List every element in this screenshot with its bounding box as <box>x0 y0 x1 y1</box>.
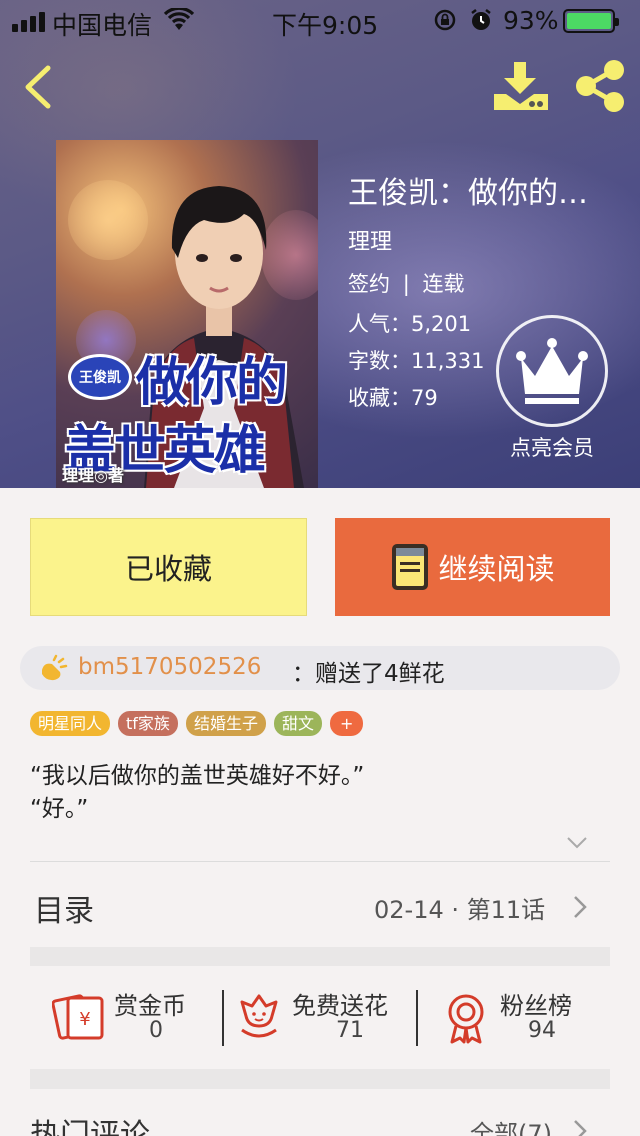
section-divider <box>30 947 610 966</box>
all-comments-link[interactable]: 全部(7) <box>470 1114 552 1136</box>
chevron-down-icon[interactable] <box>566 836 588 850</box>
hand-clap-icon <box>42 654 68 681</box>
share-icon[interactable] <box>572 58 628 114</box>
words-value: 11,331 <box>411 349 485 373</box>
tag-item[interactable]: 结婚生子 <box>185 711 266 736</box>
reward-coins-label: 赏金币 <box>114 992 186 1020</box>
gift-notice[interactable]: bm5170502526 ：赠送了4鲜花 <box>20 646 620 690</box>
catalog-label: 目录 <box>34 894 94 929</box>
tag-list: 明星同人 tf家族 结婚生子 甜文 + <box>30 711 364 736</box>
continue-reading-button[interactable]: 继续阅读 <box>335 518 610 616</box>
favorites-stat: 收藏：79 <box>348 382 438 412</box>
reward-coins-button[interactable]: ¥ 赏金币 0 <box>50 986 220 1052</box>
download-icon[interactable] <box>492 58 550 114</box>
rotation-lock-icon <box>434 9 456 31</box>
book-header: 中国电信 下午9:05 93% 王俊凯 做你的 盖世英雄 理理◎著 王俊凯：做你… <box>0 0 640 488</box>
flower-icon <box>240 994 278 1038</box>
book-status: 签约 | 连载 <box>348 272 465 296</box>
add-tag-button[interactable]: + <box>329 711 364 736</box>
favorites-label: 收藏： <box>348 386 411 410</box>
book-title: 王俊凯：做你的… <box>348 176 588 211</box>
serial-status: 连载 <box>422 272 465 296</box>
vip-label[interactable]: 点亮会员 <box>500 432 604 462</box>
collected-label: 已收藏 <box>124 552 212 586</box>
popularity-stat: 人气：5,201 <box>348 308 471 338</box>
gift-username[interactable]: bm5170502526 <box>78 654 261 680</box>
hot-comments-label: 热门评论 <box>30 1118 150 1136</box>
collected-button[interactable]: 已收藏 <box>30 518 307 616</box>
cover-title-line1: 做你的 <box>136 352 288 413</box>
free-flower-label: 免费送花 <box>292 992 388 1020</box>
cover-author: 理理◎著 <box>62 466 124 485</box>
book-author[interactable]: 理理 <box>348 224 392 256</box>
crown-icon <box>516 338 588 404</box>
vip-button[interactable] <box>496 315 608 427</box>
battery-icon <box>563 9 619 33</box>
cover-badge: 王俊凯 <box>68 354 132 400</box>
fan-ranking-count: 94 <box>528 1018 556 1043</box>
intro-line: “好。” <box>30 796 89 822</box>
latest-chapter: 02-14 · 第11话 <box>374 896 546 924</box>
clock-time: 下午9:05 <box>272 11 379 40</box>
contract-status: 签约 <box>348 272 390 296</box>
section-divider <box>30 1069 610 1089</box>
free-flower-count: 71 <box>336 1018 364 1043</box>
divider <box>416 990 418 1046</box>
svg-text:¥: ¥ <box>79 1009 90 1030</box>
chevron-right-icon <box>574 1120 587 1136</box>
popularity-value: 5,201 <box>411 312 472 336</box>
divider <box>30 861 610 862</box>
continue-reading-label: 继续阅读 <box>438 552 555 586</box>
free-flower-button[interactable]: 免费送花 71 <box>236 986 416 1052</box>
popularity-label: 人气： <box>348 312 411 336</box>
tag-item[interactable]: 明星同人 <box>30 711 111 736</box>
chevron-left-icon[interactable] <box>18 62 62 112</box>
book-intro: “我以后做你的盖世英雄好不好。” “好。” <box>30 760 364 826</box>
tag-item[interactable]: 甜文 <box>273 711 322 736</box>
chevron-right-icon <box>574 896 587 918</box>
medal-icon <box>448 994 484 1044</box>
fan-ranking-button[interactable]: 粉丝榜 94 <box>442 986 602 1052</box>
wifi-icon <box>164 8 194 30</box>
alarm-icon <box>471 9 491 30</box>
gift-message: ：赠送了4鲜花 <box>292 661 445 687</box>
carrier-name: 中国电信 <box>52 11 153 40</box>
signal-icon <box>12 12 45 32</box>
fan-ranking-label: 粉丝榜 <box>500 992 572 1020</box>
divider <box>222 990 224 1046</box>
intro-line: “我以后做你的盖世英雄好不好。” <box>30 763 365 789</box>
book-cover[interactable]: 王俊凯 做你的 盖世英雄 理理◎著 <box>56 140 318 488</box>
battery-percent: 93% <box>503 6 559 35</box>
word-count-stat: 字数：11,331 <box>348 345 484 375</box>
book-icon <box>392 544 429 590</box>
status-bar: 中国电信 下午9:05 93% <box>0 0 640 40</box>
red-envelope-icon: ¥ <box>52 994 104 1040</box>
words-label: 字数： <box>348 349 411 373</box>
tag-item[interactable]: tf家族 <box>118 711 178 736</box>
reward-coins-count: 0 <box>149 1018 163 1043</box>
favorites-value: 79 <box>411 386 438 410</box>
